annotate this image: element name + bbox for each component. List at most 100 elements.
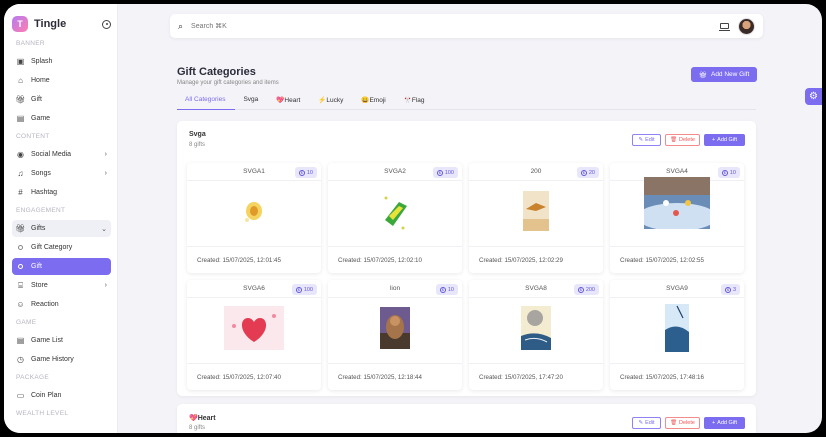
gift-preview-image bbox=[523, 183, 549, 238]
chevron-down-icon: ⌄ bbox=[101, 225, 107, 233]
category-count: 8 gifts bbox=[189, 425, 206, 431]
tab-flag[interactable]: 🎌Flag bbox=[396, 96, 435, 110]
add-new-gift-button[interactable]: 🎁︎ Add New Gift bbox=[691, 67, 757, 82]
hashtag-icon: # bbox=[18, 188, 23, 197]
sidebar-item-game-list[interactable]: ▤ Game List bbox=[12, 332, 111, 349]
price-badge: $10 bbox=[435, 284, 458, 295]
sidebar-item-gift-banner[interactable]: 🎁︎ Gift bbox=[12, 91, 111, 108]
page-subtitle: Manage your gift categories and items bbox=[177, 80, 279, 86]
category-title: 💖Heart bbox=[189, 415, 216, 422]
sidebar-item-gift-category[interactable]: Gift Category bbox=[12, 239, 111, 256]
section-banner: BANNER bbox=[16, 40, 45, 47]
sidebar-item-hashtag[interactable]: # Hashtag bbox=[12, 184, 111, 201]
edit-icon: ✎ bbox=[638, 137, 644, 143]
tab-emoji[interactable]: 😀Emoji bbox=[353, 96, 395, 110]
social-icon: ◉ bbox=[17, 150, 24, 159]
avatar[interactable] bbox=[738, 17, 755, 35]
edit-category-button[interactable]: ✎ Edit bbox=[632, 417, 661, 429]
gift-preview-image bbox=[380, 300, 410, 355]
gift-card[interactable]: SVGA9 $3 Created: 15/07/2025, 17:48:16 bbox=[610, 280, 744, 390]
laptop-icon[interactable] bbox=[719, 23, 730, 31]
tab-lucky[interactable]: ⚡Lucky bbox=[310, 96, 353, 110]
top-bar: ⌕ bbox=[170, 14, 763, 38]
sidebar: T Tingle BANNER ▣ Splash ⌂ Home 🎁︎ Gift ▤ Ga… bbox=[4, 4, 118, 433]
gift-card[interactable]: SVGA6 $100 Created: 15/07/2025, 12:07:40 bbox=[187, 280, 321, 390]
category-actions: ✎ Edit 🗑︎ Delete + Add Gift bbox=[632, 134, 745, 146]
search-input[interactable] bbox=[191, 22, 720, 30]
gift-created: Created: 15/07/2025, 12:02:10 bbox=[328, 246, 462, 273]
coin-icon: $ bbox=[580, 169, 587, 176]
gift-card[interactable]: SVGA2 $100 Created: 15/07/2025, 12:02:10 bbox=[328, 163, 462, 273]
section-package: PACKAGE bbox=[16, 374, 50, 381]
price-badge: $100 bbox=[291, 284, 317, 295]
coin-icon: $ bbox=[439, 286, 446, 293]
sidebar-toggle-icon[interactable] bbox=[102, 19, 111, 29]
coin-icon: $ bbox=[721, 169, 728, 176]
gift-card[interactable]: lion $10 Created: 15/07/2025, 12:18:44 bbox=[328, 280, 462, 390]
category-panel-svga: Svga 8 gifts ✎ Edit 🗑︎ Delete + Add Gift SV… bbox=[177, 121, 756, 396]
gift-name: SVGA8 $200 bbox=[469, 280, 603, 298]
price-badge: $10 bbox=[294, 167, 317, 178]
sidebar-item-reaction[interactable]: ☺ Reaction bbox=[12, 296, 111, 313]
bullet-icon bbox=[18, 245, 23, 250]
trash-icon: 🗑︎ bbox=[670, 137, 678, 143]
coin-icon: ▭ bbox=[16, 391, 25, 400]
gift-created: Created: 15/07/2025, 12:02:29 bbox=[469, 246, 603, 273]
section-game: GAME bbox=[16, 319, 37, 326]
coin-icon: $ bbox=[577, 286, 584, 293]
sidebar-item-songs[interactable]: ♫ Songs › bbox=[12, 165, 111, 182]
delete-category-button[interactable]: 🗑︎ Delete bbox=[665, 417, 700, 429]
sidebar-item-game-history[interactable]: ◷ Game History bbox=[12, 351, 111, 368]
gift-card[interactable]: SVGA8 $200 Created: 15/07/2025, 17:47:20 bbox=[469, 280, 603, 390]
app-window: T Tingle BANNER ▣ Splash ⌂ Home 🎁︎ Gift ▤ Ga… bbox=[4, 4, 822, 433]
sidebar-item-splash[interactable]: ▣ Splash bbox=[12, 53, 111, 70]
edit-category-button[interactable]: ✎ Edit bbox=[632, 134, 661, 146]
chevron-right-icon: › bbox=[104, 282, 107, 289]
gift-grid: SVGA1 $10 Created: 15/07/2025, 12:01:45 S… bbox=[187, 163, 747, 390]
tab-heart[interactable]: 💖Heart bbox=[268, 96, 310, 110]
gift-name: SVGA2 $100 bbox=[328, 163, 462, 181]
sidebar-item-store[interactable]: ⌸ Store › bbox=[12, 277, 111, 294]
gift-name: SVGA6 $100 bbox=[187, 280, 321, 298]
brand-logo: T bbox=[12, 16, 28, 32]
gift-card[interactable]: 200 $20 Created: 15/07/2025, 12:02:29 bbox=[469, 163, 603, 273]
price-badge: $100 bbox=[432, 167, 458, 178]
history-icon: ◷ bbox=[17, 355, 24, 364]
music-icon: ♫ bbox=[17, 169, 24, 178]
sidebar-item-coin-plan[interactable]: ▭ Coin Plan bbox=[12, 387, 111, 404]
add-gift-button[interactable]: + Add Gift bbox=[704, 134, 745, 146]
coin-icon: $ bbox=[295, 286, 302, 293]
plus-icon: + bbox=[711, 137, 716, 143]
sidebar-item-gifts[interactable]: 🎁︎ Gifts ⌄ bbox=[12, 220, 111, 237]
tab-all-categories[interactable]: All Categories bbox=[177, 96, 236, 110]
image-icon: ▣ bbox=[16, 57, 25, 66]
plus-icon: + bbox=[711, 420, 716, 426]
category-panel-heart: 💖Heart 8 gifts ✎ Edit 🗑︎ Delete + Add Gift bbox=[177, 404, 756, 433]
settings-gear-icon[interactable]: ⚙ bbox=[805, 88, 822, 105]
delete-category-button[interactable]: 🗑︎ Delete bbox=[665, 134, 700, 146]
bullet-icon bbox=[18, 264, 23, 269]
category-title: Svga bbox=[189, 131, 206, 138]
tab-svga[interactable]: Svga bbox=[235, 96, 268, 110]
gift-card[interactable]: SVGA1 $10 Created: 15/07/2025, 12:01:45 bbox=[187, 163, 321, 273]
sidebar-item-home[interactable]: ⌂ Home bbox=[12, 72, 111, 89]
gift-preview-image bbox=[521, 300, 551, 355]
sidebar-item-social-media[interactable]: ◉ Social Media › bbox=[12, 146, 111, 163]
gift-created: Created: 15/07/2025, 17:48:16 bbox=[610, 363, 744, 390]
sidebar-item-gift[interactable]: Gift bbox=[12, 258, 111, 275]
gift-created: Created: 15/07/2025, 17:47:20 bbox=[469, 363, 603, 390]
gift-preview-image bbox=[242, 183, 266, 238]
section-engagement: ENGAGEMENT bbox=[16, 207, 66, 214]
gift-name: SVGA9 $3 bbox=[610, 280, 744, 298]
price-badge: $10 bbox=[717, 167, 740, 178]
add-gift-button[interactable]: + Add Gift bbox=[704, 417, 745, 429]
price-badge: $20 bbox=[576, 167, 599, 178]
chevron-right-icon: › bbox=[104, 170, 107, 177]
section-wealth-level: WEALTH LEVEL bbox=[16, 410, 69, 417]
sidebar-item-game-banner[interactable]: ▤ Game bbox=[12, 110, 111, 127]
search-icon: ⌕ bbox=[178, 20, 184, 31]
gift-card[interactable]: SVGA4 $10 Created: 15/07/2025, 12:02:55 bbox=[610, 163, 744, 273]
category-tabs: All Categories Svga 💖Heart ⚡Lucky 😀Emoji… bbox=[177, 96, 756, 110]
trash-icon: 🗑︎ bbox=[670, 420, 678, 426]
gift-icon: 🎁︎ bbox=[15, 224, 26, 233]
